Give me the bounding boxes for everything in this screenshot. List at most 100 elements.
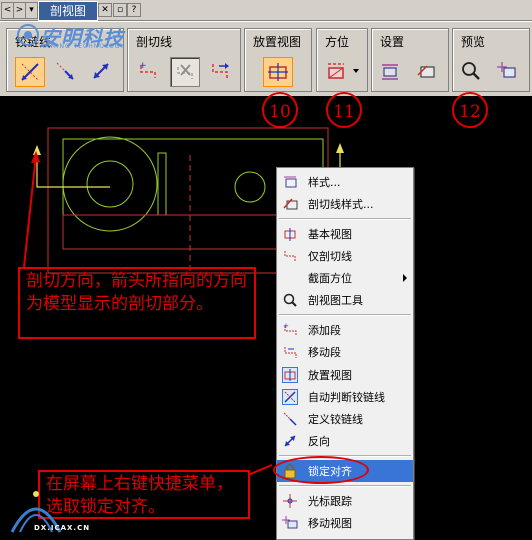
place-view-icon [282, 367, 298, 383]
menu-item-define-hinge-line[interactable]: 定义铰链线 [277, 408, 413, 430]
highlight-ring [273, 456, 369, 484]
tab-menu-button[interactable]: ▾ [25, 2, 38, 19]
menu-item-label: 添加段 [308, 324, 341, 337]
menu-item-section-orientation[interactable]: 截面方位 [277, 267, 413, 289]
context-menu: 样式... 剖切线样式... 基本视图 仅剖切线 截面方位 剖视图工具 + 添加… [276, 167, 414, 540]
watermark-emblem-icon [17, 24, 39, 46]
section-line-style-button[interactable] [412, 57, 440, 85]
menu-separator [279, 218, 411, 220]
annotation-section-direction: 剖切方向，箭头所指向的方向为模型显示的剖切部分。 [18, 267, 256, 339]
style-settings-icon [382, 64, 398, 80]
menu-item-label: 移动视图 [308, 517, 352, 530]
bottom-logo-text: DX.ICAX.CN [34, 524, 91, 532]
group-place-view: 放置视图 [244, 28, 312, 92]
menu-item-add-segment[interactable]: + 添加段 [277, 319, 413, 341]
watermark-subtext: ANMING TECHNOLOGY [40, 43, 125, 50]
section-arrow-right [336, 143, 344, 153]
section-line-style-icon [282, 196, 298, 212]
reverse-direction-icon [93, 63, 109, 79]
move-view-icon [282, 515, 298, 531]
cursor-tracking-icon [282, 493, 298, 509]
move-view-button[interactable] [493, 57, 521, 85]
svg-text:+: + [139, 61, 147, 71]
group-section-line: 剖切线 + [127, 28, 241, 92]
menu-item-move-view[interactable]: 移动视图 [277, 512, 413, 534]
menu-item-reverse[interactable]: 反向 [277, 430, 413, 452]
section-arrow-left [33, 145, 41, 155]
menu-item-style[interactable]: 样式... [277, 171, 413, 193]
group-label: 剖切线 [136, 35, 173, 49]
tab-pin-icon[interactable]: ▫ [113, 3, 127, 17]
menu-item-label: 样式... [308, 176, 341, 189]
menu-item-label: 基本视图 [308, 228, 352, 241]
hinge-line-define-icon [56, 62, 74, 80]
menu-item-place-view[interactable]: 放置视图 [277, 364, 413, 386]
auto-hinge-line-button[interactable] [15, 57, 45, 87]
place-view-button[interactable] [263, 57, 293, 87]
reverse-icon [282, 433, 298, 449]
base-view-icon [282, 226, 298, 242]
define-hinge-line-button[interactable] [51, 57, 79, 85]
move-segment-button[interactable] [206, 57, 234, 85]
menu-item-label: 定义铰链线 [308, 413, 363, 426]
svg-text:+: + [283, 322, 289, 330]
add-segment-icon: + [139, 61, 156, 78]
tab-close-icon[interactable]: ✕ [98, 3, 112, 17]
section-line-only-icon [282, 248, 298, 264]
define-hinge-line-icon [282, 411, 298, 427]
menu-item-section-line-only[interactable]: 仅剖切线 [277, 245, 413, 267]
add-segment-button[interactable]: + [134, 57, 162, 85]
style-icon [282, 174, 298, 190]
menu-item-move-segment[interactable]: 移动段 [277, 341, 413, 363]
section-orientation-icon [328, 63, 344, 79]
menu-item-label: 移动段 [308, 346, 341, 359]
menu-item-label: 剖视图工具 [308, 294, 363, 307]
auto-hinge-line-icon [282, 389, 298, 405]
note2-leader [247, 464, 273, 476]
menu-separator [279, 314, 411, 316]
dropdown-arrow-icon[interactable] [353, 69, 359, 73]
preview-button[interactable] [457, 57, 485, 85]
delete-segment-icon [177, 64, 193, 79]
move-segment-icon [282, 344, 298, 360]
menu-item-label: 光标跟踪 [308, 495, 352, 508]
tab-strip: < > ▾ 剖视图 ✕ ▫ ? [0, 0, 532, 21]
inner-circle [86, 160, 134, 208]
menu-item-section-line-style[interactable]: 剖切线样式... [277, 193, 413, 215]
group-label: 设置 [380, 35, 405, 49]
menu-item-label: 自动判断铰链线 [308, 391, 385, 404]
bottom-logo: DX.ICAX.CN [6, 484, 96, 536]
section-line-style-icon [417, 65, 435, 78]
group-label: 预览 [461, 35, 486, 49]
tab-section-view[interactable]: 剖视图 [38, 1, 98, 21]
slot-outline [157, 152, 167, 216]
small-circle [234, 171, 266, 203]
add-segment-icon: + [282, 322, 298, 338]
reverse-direction-button[interactable] [87, 57, 115, 85]
section-orientation-button[interactable] [322, 57, 350, 85]
hinge-line-auto-icon [21, 63, 39, 81]
move-view-icon [497, 62, 516, 78]
group-label: 放置视图 [253, 35, 302, 49]
menu-item-label: 反向 [308, 435, 330, 448]
place-view-icon [268, 63, 288, 81]
tab-help-icon[interactable]: ? [127, 3, 141, 17]
menu-item-auto-hinge-line[interactable]: 自动判断铰链线 [277, 386, 413, 408]
style-settings-button[interactable] [376, 57, 404, 85]
delete-segment-button[interactable] [170, 57, 200, 87]
preview-icon [462, 62, 480, 80]
menu-item-cursor-tracking[interactable]: 光标跟踪 [277, 490, 413, 512]
watermark-logo: 安明科技 ANMING TECHNOLOGY [16, 22, 141, 50]
group-settings: 设置 [371, 28, 449, 92]
menu-item-base-view[interactable]: 基本视图 [277, 223, 413, 245]
group-label: 方位 [325, 35, 350, 49]
menu-item-label: 剖切线样式... [308, 198, 374, 211]
large-circle [62, 136, 158, 232]
note1-leader [23, 154, 37, 268]
menu-item-label: 仅剖切线 [308, 250, 352, 263]
move-segment-icon [212, 63, 229, 78]
group-preview: 预览 [452, 28, 530, 92]
menu-item-section-view-tool[interactable]: 剖视图工具 [277, 289, 413, 311]
group-orientation: 方位 [316, 28, 368, 92]
section-view-tool-icon [282, 292, 298, 308]
